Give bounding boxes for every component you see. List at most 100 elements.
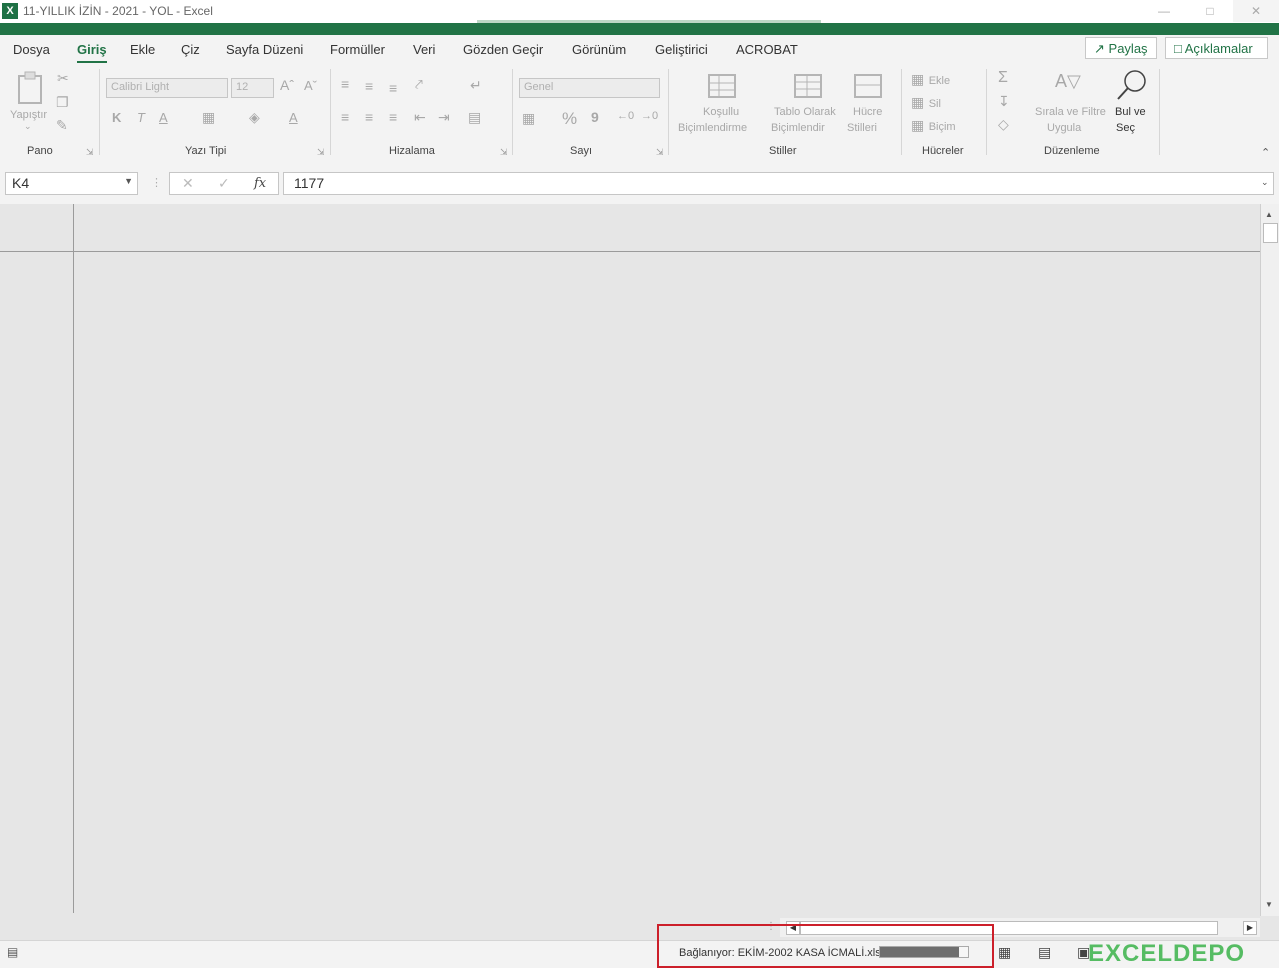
align-middle-icon[interactable]: ≡ (365, 78, 373, 94)
format-as-table-button[interactable]: Tablo Olarak Biçimlendir (771, 71, 845, 141)
font-name-combo[interactable]: Calibri Light (106, 78, 228, 98)
cut-icon[interactable]: ✂ (57, 70, 69, 87)
maximize-button[interactable]: □ (1187, 0, 1233, 22)
table-label-1: Tablo Olarak (774, 106, 836, 118)
tab-ekle[interactable]: Ekle (130, 42, 155, 57)
insert-function-icon[interactable]: fx (254, 176, 266, 191)
group-label-number: Sayı (570, 145, 593, 157)
tab-gorunum[interactable]: Görünüm (572, 42, 626, 57)
scroll-down-icon[interactable]: ▼ (1265, 900, 1273, 909)
align-bottom-icon[interactable]: ≡ (389, 80, 397, 96)
tab-gozden-gecir[interactable]: Gözden Geçir (463, 42, 543, 57)
italic-button[interactable]: T (137, 110, 145, 125)
comma-style-button[interactable]: 9 (591, 109, 599, 125)
copy-icon[interactable]: ❐ (56, 94, 69, 111)
currency-icon[interactable]: ▦ (522, 110, 535, 127)
cell-styles-label-2: Stilleri (847, 122, 877, 134)
fill-color-icon[interactable]: ◈ (249, 109, 260, 126)
enter-icon[interactable]: ✓ (218, 175, 230, 192)
delete-icon: ▦ (911, 94, 925, 110)
clear-icon[interactable]: ◇ (998, 116, 1009, 133)
share-button[interactable]: ↗ Paylaş (1085, 37, 1157, 59)
scroll-right-icon[interactable]: ▶ (1243, 921, 1257, 935)
name-box[interactable]: K4 ▼ (5, 172, 138, 195)
cell-styles-label-1: Hücre (853, 106, 883, 118)
tab-dosya[interactable]: Dosya (13, 42, 50, 57)
increase-indent-icon[interactable]: ⇥ (438, 109, 450, 126)
expand-formula-icon[interactable]: ⌄ (1261, 177, 1269, 188)
sort-filter-button[interactable]: A▽ Sırala ve Filtre Uygula (1033, 71, 1111, 141)
format-painter-icon[interactable]: ✎ (56, 117, 68, 134)
tab-sayfa-duzeni[interactable]: Sayfa Düzeni (226, 42, 303, 57)
merge-cells-icon[interactable]: ▤ (468, 109, 481, 126)
decrease-indent-icon[interactable]: ⇤ (414, 109, 426, 126)
tab-veri[interactable]: Veri (413, 42, 435, 57)
align-center-icon[interactable]: ≡ (365, 109, 373, 125)
underline-button[interactable]: A (159, 110, 168, 125)
font-size-combo[interactable]: 12 (231, 78, 274, 98)
paste-button[interactable]: Yapıştır ⌄ (8, 69, 52, 139)
tab-ciz[interactable]: Çiz (181, 42, 200, 57)
autosum-icon[interactable]: Σ (998, 69, 1008, 87)
find-select-button[interactable]: Bul ve Seç (1113, 69, 1153, 141)
number-launcher-icon[interactable]: ⇲ (656, 147, 664, 158)
worksheet-area[interactable] (0, 204, 1260, 913)
scroll-up-icon[interactable]: ▲ (1265, 210, 1273, 219)
number-format-combo[interactable]: Genel (519, 78, 660, 98)
align-top-icon[interactable]: ≡ (341, 76, 349, 92)
insert-cells-button[interactable]: ▦ Ekle (911, 71, 950, 89)
cancel-icon[interactable]: ✕ (182, 175, 194, 192)
page-layout-view-icon[interactable]: ▤ (1038, 944, 1051, 961)
font-launcher-icon[interactable]: ⇲ (317, 147, 325, 158)
borders-icon[interactable]: ▦ (202, 109, 215, 126)
find-label-1: Bul ve (1115, 106, 1146, 118)
decrease-decimal-icon[interactable]: →0 (641, 110, 658, 122)
watermark-text: EXCELDEPO (1088, 940, 1246, 967)
vertical-scroll-thumb[interactable] (1263, 223, 1278, 243)
number-format-value: Genel (524, 81, 554, 93)
close-button[interactable]: ✕ (1233, 0, 1279, 22)
paste-label: Yapıştır (10, 109, 48, 121)
conditional-formatting-icon (708, 74, 736, 98)
title-bar: X 11-YILLIK İZİN - 2021 - YOL - Excel — … (0, 0, 1279, 23)
wrap-text-icon[interactable]: ↵ (470, 77, 482, 94)
orientation-icon[interactable]: ⤤ (415, 76, 423, 93)
minimize-button[interactable]: — (1141, 0, 1187, 22)
conditional-formatting-button[interactable]: Koşullu Biçimlendirme (677, 71, 769, 141)
tab-gelistirici[interactable]: Geliştirici (655, 42, 708, 57)
share-icon: ↗ (1094, 41, 1105, 56)
tab-acrobat[interactable]: ACROBAT (736, 42, 798, 57)
shrink-font-icon[interactable]: Aˇ (304, 78, 317, 93)
delete-cells-button[interactable]: ▦ Sil (911, 94, 941, 112)
normal-view-icon[interactable]: ▦ (998, 944, 1011, 961)
drag-handle-icon[interactable]: ⋮ (151, 176, 162, 189)
chevron-down-icon[interactable]: ▼ (124, 176, 133, 186)
comments-button[interactable]: □ Açıklamalar (1165, 37, 1268, 59)
tab-giris[interactable]: Giriş (77, 42, 107, 63)
column-header-divider (0, 251, 1260, 252)
conditional-label-2: Biçimlendirme (678, 122, 748, 134)
cell-styles-icon (854, 74, 882, 98)
percent-button[interactable]: % (562, 109, 577, 129)
collapse-ribbon-icon[interactable]: ⌃ (1261, 146, 1270, 159)
vertical-scrollbar[interactable]: ▲ ▼ (1260, 204, 1279, 916)
formula-value: 1177 (294, 175, 325, 191)
clipboard-launcher-icon[interactable]: ⇲ (86, 147, 94, 158)
bold-button[interactable]: K (112, 110, 121, 125)
macro-record-icon[interactable]: ▤ (7, 945, 18, 959)
font-color-button[interactable]: A (289, 110, 298, 125)
ribbon-tabs: Dosya Giriş Ekle Çiz Sayfa Düzeni Formül… (0, 35, 1279, 65)
share-label: Paylaş (1108, 41, 1148, 56)
format-cells-button[interactable]: ▦ Biçim (911, 117, 956, 135)
comments-label: Açıklamalar (1184, 41, 1253, 56)
fill-icon[interactable]: ↧ (998, 93, 1010, 110)
grow-font-icon[interactable]: Aˆ (280, 77, 294, 93)
cell-styles-button[interactable]: Hücre Stilleri (847, 71, 893, 141)
alignment-launcher-icon[interactable]: ⇲ (500, 147, 508, 158)
tab-formuller[interactable]: Formüller (330, 42, 385, 57)
formula-input[interactable]: 1177 (283, 172, 1274, 195)
increase-decimal-icon[interactable]: ←0 (617, 110, 634, 122)
align-right-icon[interactable]: ≡ (389, 109, 397, 125)
font-size-value: 12 (236, 81, 249, 93)
align-left-icon[interactable]: ≡ (341, 109, 349, 125)
